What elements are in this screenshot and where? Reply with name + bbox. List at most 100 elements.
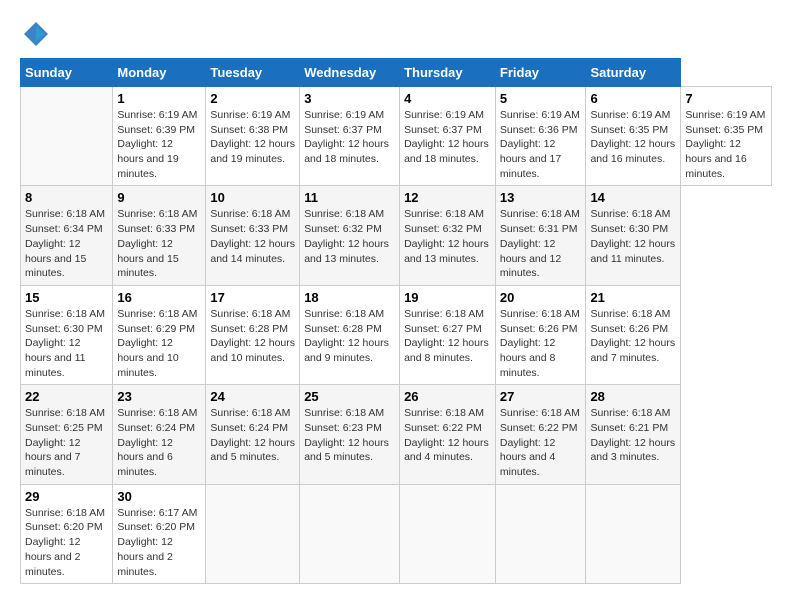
day-number: 21 (590, 290, 676, 305)
week-row-5: 29Sunrise: 6:18 AMSunset: 6:20 PMDayligh… (21, 484, 772, 583)
calendar-table: SundayMondayTuesdayWednesdayThursdayFrid… (20, 58, 772, 584)
day-info: Sunrise: 6:18 AMSunset: 6:27 PMDaylight:… (404, 307, 491, 366)
column-header-sunday: Sunday (21, 59, 113, 87)
day-number: 28 (590, 389, 676, 404)
day-cell-10: 10Sunrise: 6:18 AMSunset: 6:33 PMDayligh… (206, 186, 300, 285)
day-cell-9: 9 Sunrise: 6:18 AMSunset: 6:33 PMDaylight… (113, 186, 206, 285)
day-number: 20 (500, 290, 582, 305)
day-cell-2: 2 Sunrise: 6:19 AMSunset: 6:38 PMDaylight… (206, 87, 300, 186)
empty-cell (300, 484, 400, 583)
empty-cell (400, 484, 496, 583)
day-info: Sunrise: 6:17 AMSunset: 6:20 PMDaylight:… (117, 506, 201, 579)
day-cell-26: 26 Sunrise: 6:18 AMSunset: 6:22 PMDayligh… (400, 385, 496, 484)
day-cell-29: 29Sunrise: 6:18 AMSunset: 6:20 PMDayligh… (21, 484, 113, 583)
day-number: 7 (685, 91, 767, 106)
day-cell-1: 1Sunrise: 6:19 AMSunset: 6:39 PMDaylight… (113, 87, 206, 186)
day-info: Sunrise: 6:19 AMSunset: 6:37 PMDaylight:… (404, 108, 491, 167)
day-info: Sunrise: 6:19 AMSunset: 6:36 PMDaylight:… (500, 108, 582, 181)
day-number: 16 (117, 290, 201, 305)
day-info: Sunrise: 6:18 AMSunset: 6:34 PMDaylight:… (25, 207, 108, 280)
day-number: 6 (590, 91, 676, 106)
day-info: Sunrise: 6:18 AMSunset: 6:28 PMDaylight:… (210, 307, 295, 366)
day-info: Sunrise: 6:18 AMSunset: 6:20 PMDaylight:… (25, 506, 108, 579)
day-number: 10 (210, 190, 295, 205)
day-number: 2 (210, 91, 295, 106)
day-number: 11 (304, 190, 395, 205)
day-info: Sunrise: 6:18 AMSunset: 6:30 PMDaylight:… (590, 207, 676, 266)
day-cell-3: 3Sunrise: 6:19 AMSunset: 6:37 PMDaylight… (300, 87, 400, 186)
day-info: Sunrise: 6:18 AMSunset: 6:33 PMDaylight:… (117, 207, 201, 280)
day-cell-13: 13 Sunrise: 6:18 AMSunset: 6:31 PMDayligh… (495, 186, 586, 285)
day-cell-8: 8 Sunrise: 6:18 AMSunset: 6:34 PMDaylight… (21, 186, 113, 285)
day-info: Sunrise: 6:18 AMSunset: 6:24 PMDaylight:… (210, 406, 295, 465)
day-cell-23: 23 Sunrise: 6:18 AMSunset: 6:24 PMDayligh… (113, 385, 206, 484)
day-info: Sunrise: 6:18 AMSunset: 6:23 PMDaylight:… (304, 406, 395, 465)
day-cell-4: 4 Sunrise: 6:19 AMSunset: 6:37 PMDaylight… (400, 87, 496, 186)
day-info: Sunrise: 6:18 AMSunset: 6:25 PMDaylight:… (25, 406, 108, 479)
day-info: Sunrise: 6:18 AMSunset: 6:29 PMDaylight:… (117, 307, 201, 380)
empty-cell (21, 87, 113, 186)
logo (20, 20, 50, 48)
day-number: 8 (25, 190, 108, 205)
week-row-4: 22 Sunrise: 6:18 AMSunset: 6:25 PMDayligh… (21, 385, 772, 484)
day-cell-21: 21 Sunrise: 6:18 AMSunset: 6:26 PMDayligh… (586, 285, 681, 384)
day-number: 30 (117, 489, 201, 504)
day-cell-5: 5Sunrise: 6:19 AMSunset: 6:36 PMDaylight… (495, 87, 586, 186)
day-cell-24: 24 Sunrise: 6:18 AMSunset: 6:24 PMDayligh… (206, 385, 300, 484)
day-cell-19: 19 Sunrise: 6:18 AMSunset: 6:27 PMDayligh… (400, 285, 496, 384)
day-cell-18: 18 Sunrise: 6:18 AMSunset: 6:28 PMDayligh… (300, 285, 400, 384)
day-number: 19 (404, 290, 491, 305)
week-row-2: 8 Sunrise: 6:18 AMSunset: 6:34 PMDaylight… (21, 186, 772, 285)
day-info: Sunrise: 6:18 AMSunset: 6:24 PMDaylight:… (117, 406, 201, 479)
day-number: 14 (590, 190, 676, 205)
day-info: Sunrise: 6:19 AMSunset: 6:35 PMDaylight:… (590, 108, 676, 167)
week-row-1: 1Sunrise: 6:19 AMSunset: 6:39 PMDaylight… (21, 87, 772, 186)
day-cell-14: 14 Sunrise: 6:18 AMSunset: 6:30 PMDayligh… (586, 186, 681, 285)
day-info: Sunrise: 6:18 AMSunset: 6:31 PMDaylight:… (500, 207, 582, 280)
column-header-wednesday: Wednesday (300, 59, 400, 87)
day-cell-11: 11 Sunrise: 6:18 AMSunset: 6:32 PMDayligh… (300, 186, 400, 285)
day-number: 22 (25, 389, 108, 404)
day-info: Sunrise: 6:18 AMSunset: 6:32 PMDaylight:… (304, 207, 395, 266)
empty-cell (206, 484, 300, 583)
column-header-thursday: Thursday (400, 59, 496, 87)
column-header-tuesday: Tuesday (206, 59, 300, 87)
day-info: Sunrise: 6:18 AMSunset: 6:32 PMDaylight:… (404, 207, 491, 266)
day-number: 12 (404, 190, 491, 205)
day-cell-25: 25 Sunrise: 6:18 AMSunset: 6:23 PMDayligh… (300, 385, 400, 484)
day-number: 26 (404, 389, 491, 404)
day-cell-27: 27 Sunrise: 6:18 AMSunset: 6:22 PMDayligh… (495, 385, 586, 484)
day-info: Sunrise: 6:18 AMSunset: 6:30 PMDaylight:… (25, 307, 108, 380)
day-number: 23 (117, 389, 201, 404)
day-info: Sunrise: 6:19 AMSunset: 6:35 PMDaylight:… (685, 108, 767, 181)
week-row-3: 15 Sunrise: 6:18 AMSunset: 6:30 PMDayligh… (21, 285, 772, 384)
day-info: Sunrise: 6:18 AMSunset: 6:22 PMDaylight:… (500, 406, 582, 479)
column-header-friday: Friday (495, 59, 586, 87)
day-info: Sunrise: 6:18 AMSunset: 6:26 PMDaylight:… (590, 307, 676, 366)
day-number: 4 (404, 91, 491, 106)
day-cell-16: 16 Sunrise: 6:18 AMSunset: 6:29 PMDayligh… (113, 285, 206, 384)
day-number: 27 (500, 389, 582, 404)
day-number: 3 (304, 91, 395, 106)
day-cell-7: 7 Sunrise: 6:19 AMSunset: 6:35 PMDaylight… (681, 87, 772, 186)
day-cell-22: 22 Sunrise: 6:18 AMSunset: 6:25 PMDayligh… (21, 385, 113, 484)
day-info: Sunrise: 6:18 AMSunset: 6:22 PMDaylight:… (404, 406, 491, 465)
day-number: 17 (210, 290, 295, 305)
logo-icon (22, 20, 50, 48)
day-info: Sunrise: 6:18 AMSunset: 6:26 PMDaylight:… (500, 307, 582, 380)
empty-cell (495, 484, 586, 583)
day-info: Sunrise: 6:18 AMSunset: 6:28 PMDaylight:… (304, 307, 395, 366)
day-number: 25 (304, 389, 395, 404)
day-cell-17: 17 Sunrise: 6:18 AMSunset: 6:28 PMDayligh… (206, 285, 300, 384)
day-number: 13 (500, 190, 582, 205)
day-cell-6: 6 Sunrise: 6:19 AMSunset: 6:35 PMDaylight… (586, 87, 681, 186)
day-cell-20: 20 Sunrise: 6:18 AMSunset: 6:26 PMDayligh… (495, 285, 586, 384)
day-number: 9 (117, 190, 201, 205)
day-cell-28: 28Sunrise: 6:18 AMSunset: 6:21 PMDayligh… (586, 385, 681, 484)
day-number: 24 (210, 389, 295, 404)
day-number: 15 (25, 290, 108, 305)
day-number: 18 (304, 290, 395, 305)
day-info: Sunrise: 6:19 AMSunset: 6:38 PMDaylight:… (210, 108, 295, 167)
page-header (20, 20, 772, 48)
day-info: Sunrise: 6:19 AMSunset: 6:39 PMDaylight:… (117, 108, 201, 181)
